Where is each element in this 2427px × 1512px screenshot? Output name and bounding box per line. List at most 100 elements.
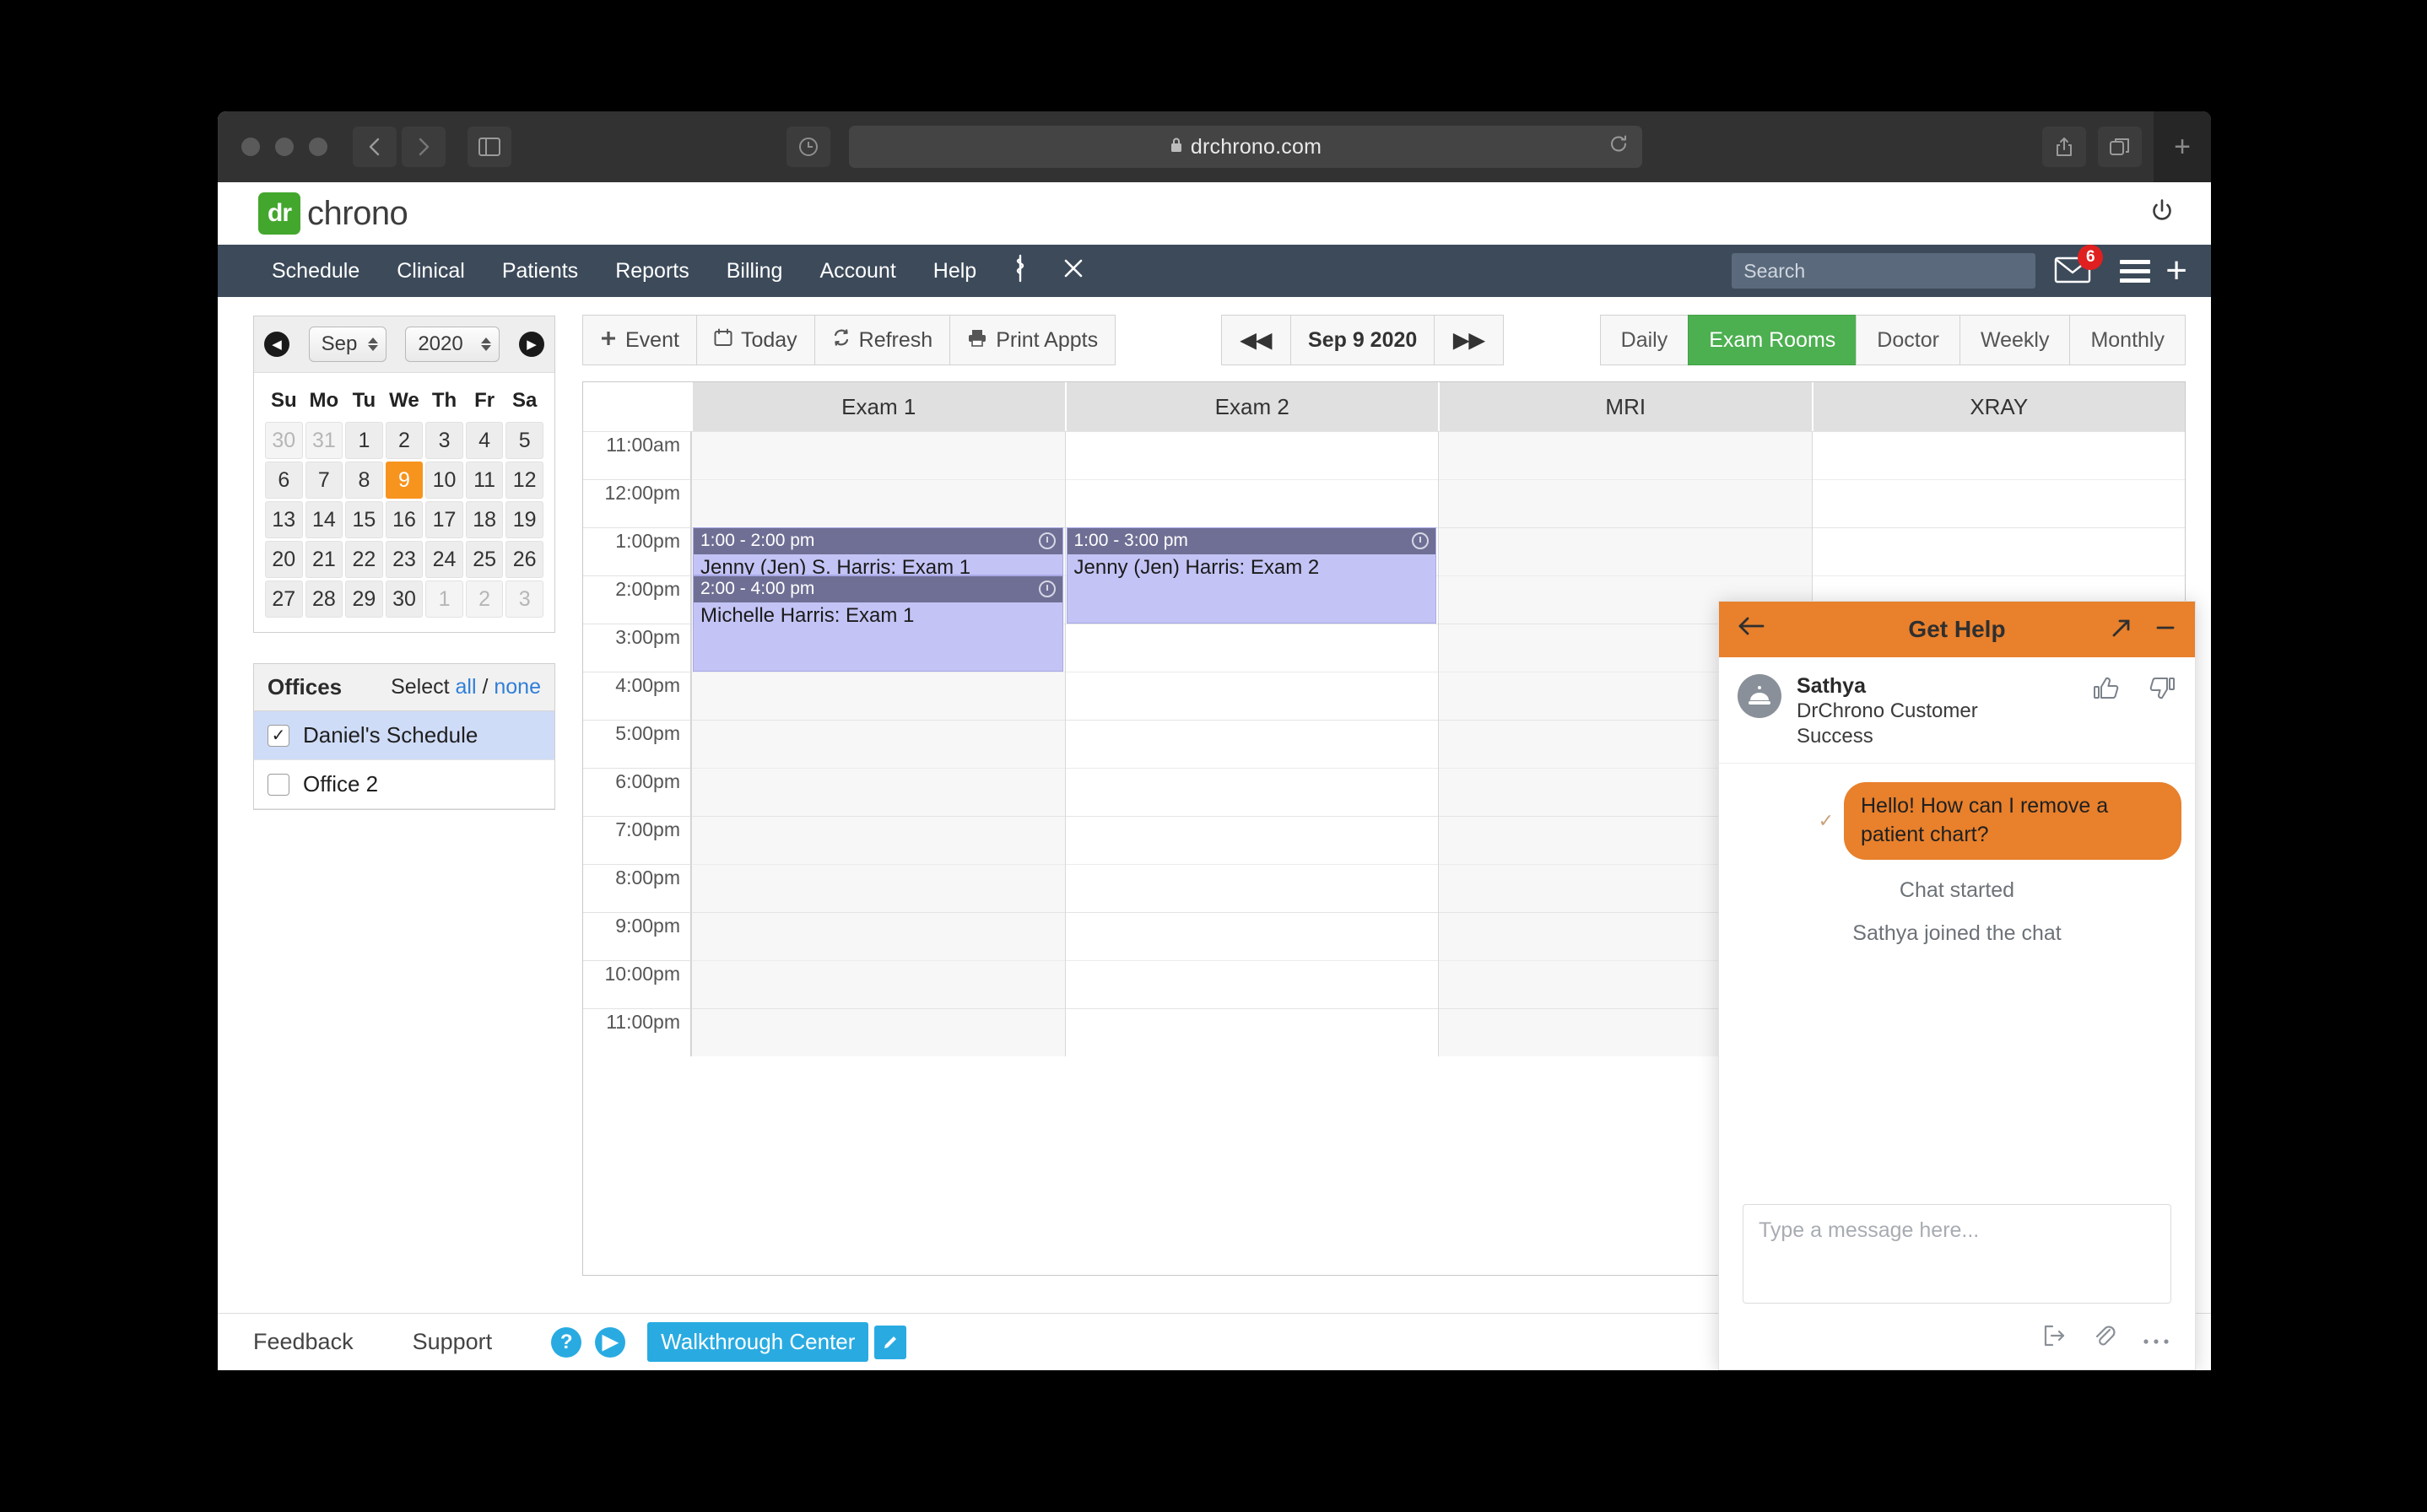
back-chevron-icon[interactable] — [353, 127, 397, 167]
thumbs-down-icon[interactable] — [2148, 674, 2176, 707]
time-slot[interactable] — [1439, 527, 1812, 575]
calendar-day[interactable]: 1 — [345, 422, 383, 459]
time-slot[interactable] — [692, 816, 1065, 864]
calendar-day[interactable]: 23 — [385, 541, 424, 578]
question-mark-circle-icon[interactable]: ? — [551, 1326, 582, 1358]
time-slot[interactable] — [1065, 720, 1438, 768]
prev-month-icon[interactable]: ◀ — [264, 332, 289, 357]
calendar-day-selected[interactable]: 9 — [385, 462, 424, 499]
expand-arrow-icon[interactable] — [2111, 617, 2132, 643]
feedback-link[interactable]: Feedback — [253, 1329, 413, 1355]
column-header-mri[interactable]: MRI — [1438, 382, 1812, 431]
select-all-link[interactable]: all — [456, 675, 477, 699]
send-transcript-icon[interactable] — [2041, 1323, 2067, 1354]
appointment-block[interactable]: 1:00 - 2:00 pm Jenny (Jen) S. Harris: Exa… — [693, 527, 1063, 575]
clock-icon[interactable] — [1038, 580, 1056, 597]
play-circle-icon[interactable]: ▶ — [595, 1326, 626, 1358]
calendar-day[interactable]: 6 — [265, 462, 303, 499]
view-tab-exam-rooms[interactable]: Exam Rooms — [1688, 315, 1857, 365]
new-tab-icon[interactable]: + — [2154, 111, 2211, 182]
calendar-day[interactable]: 13 — [265, 501, 303, 538]
sidebar-toggle-icon[interactable] — [468, 127, 511, 167]
time-slot[interactable] — [1812, 527, 2185, 575]
drchrono-logo[interactable]: dr chrono — [258, 192, 408, 235]
next-month-icon[interactable]: ▶ — [518, 332, 544, 357]
office-checkbox[interactable] — [268, 773, 289, 796]
maximize-window-button[interactable] — [309, 138, 327, 156]
time-slot[interactable] — [1065, 816, 1438, 864]
calendar-day[interactable]: 20 — [265, 541, 303, 578]
back-arrow-icon[interactable] — [1738, 615, 1766, 644]
view-tab-doctor[interactable]: Doctor — [1856, 315, 1959, 365]
calendar-day[interactable]: 17 — [425, 501, 463, 538]
caduceus-icon[interactable] — [995, 254, 1046, 289]
calendar-day[interactable]: 10 — [425, 462, 463, 499]
minimize-window-button[interactable] — [275, 138, 294, 156]
nav-item-account[interactable]: Account — [801, 259, 914, 284]
time-slot[interactable] — [1812, 431, 2185, 479]
calendar-day[interactable]: 16 — [385, 501, 424, 538]
column-header-exam-1[interactable]: Exam 1 — [691, 382, 1065, 431]
calendar-column-exam-1[interactable]: 1:00 - 2:00 pm Jenny (Jen) S. Harris: Exa… — [691, 431, 1065, 1056]
search-input[interactable] — [1732, 253, 2036, 289]
nav-item-reports[interactable]: Reports — [597, 259, 708, 284]
calendar-day[interactable]: 26 — [505, 541, 543, 578]
pencil-icon[interactable] — [874, 1325, 907, 1359]
nav-item-billing[interactable]: Billing — [708, 259, 802, 284]
calendar-day[interactable]: 19 — [505, 501, 543, 538]
time-slot[interactable] — [692, 720, 1065, 768]
print-appts-button[interactable]: Print Appts — [949, 315, 1116, 365]
time-slot[interactable] — [1065, 864, 1438, 912]
clock-icon[interactable] — [1412, 532, 1429, 549]
time-slot[interactable] — [692, 960, 1065, 1008]
calendar-day[interactable]: 3 — [425, 422, 463, 459]
time-slot[interactable] — [1065, 431, 1438, 479]
calendar-day[interactable]: 15 — [345, 501, 383, 538]
view-tab-monthly[interactable]: Monthly — [2069, 315, 2186, 365]
office-checkbox[interactable]: ✓ — [268, 724, 289, 747]
double-left-arrow-icon[interactable]: ◀◀ — [1221, 315, 1291, 365]
calendar-day[interactable]: 2 — [465, 580, 504, 618]
reader-view-icon[interactable] — [786, 127, 830, 167]
calendar-day[interactable]: 30 — [265, 422, 303, 459]
calendar-day[interactable]: 22 — [345, 541, 383, 578]
time-slot[interactable] — [1439, 479, 1812, 527]
office-row[interactable]: Office 2 — [254, 760, 554, 809]
paperclip-icon[interactable] — [2092, 1323, 2117, 1354]
office-row[interactable]: ✓ Daniel's Schedule — [254, 711, 554, 760]
plus-icon[interactable]: + — [2165, 252, 2187, 289]
time-slot[interactable] — [1439, 431, 1812, 479]
view-tab-weekly[interactable]: Weekly — [1959, 315, 2070, 365]
time-slot[interactable] — [1065, 624, 1438, 672]
select-none-link[interactable]: none — [494, 675, 541, 699]
month-select[interactable]: Sep — [308, 327, 386, 362]
nav-item-patients[interactable]: Patients — [484, 259, 597, 284]
time-slot[interactable] — [692, 768, 1065, 816]
calendar-day[interactable]: 30 — [385, 580, 424, 618]
year-select[interactable]: 2020 — [405, 327, 500, 362]
share-icon[interactable] — [2042, 127, 2086, 167]
appointment-block[interactable]: 2:00 - 4:00 pm Michelle Harris: Exam 1 — [693, 575, 1063, 672]
calendar-day[interactable]: 2 — [385, 422, 424, 459]
calendar-day[interactable]: 4 — [465, 422, 504, 459]
messages-button[interactable]: 6 — [2054, 244, 2104, 288]
time-slot[interactable] — [1065, 768, 1438, 816]
clock-icon[interactable] — [1038, 532, 1056, 549]
thumbs-up-icon[interactable] — [2092, 674, 2121, 707]
time-slot[interactable] — [1065, 1008, 1438, 1056]
time-slot[interactable] — [692, 864, 1065, 912]
calendar-day[interactable]: 31 — [305, 422, 343, 459]
calendar-day[interactable]: 27 — [265, 580, 303, 618]
calendar-day[interactable]: 3 — [505, 580, 543, 618]
power-icon[interactable] — [2149, 198, 2176, 230]
support-link[interactable]: Support — [413, 1329, 552, 1355]
chat-message-input[interactable] — [1743, 1204, 2171, 1304]
calendar-day[interactable]: 29 — [345, 580, 383, 618]
more-options-icon[interactable] — [2143, 1326, 2170, 1353]
calendar-day[interactable]: 18 — [465, 501, 504, 538]
nav-item-help[interactable]: Help — [915, 259, 995, 284]
calendar-day[interactable]: 1 — [425, 580, 463, 618]
close-x-icon[interactable] — [1046, 257, 1101, 285]
calendar-day[interactable]: 12 — [505, 462, 543, 499]
time-slot[interactable] — [692, 431, 1065, 479]
